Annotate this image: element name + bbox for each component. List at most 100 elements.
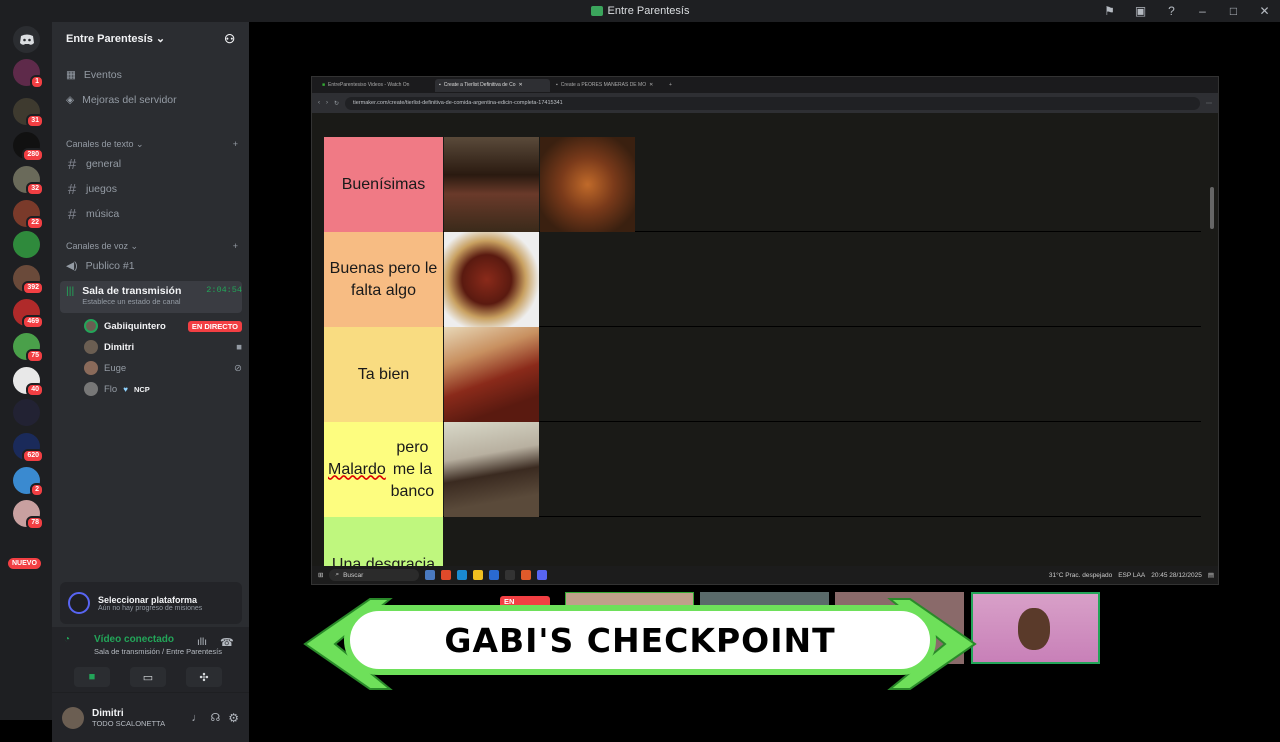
help-icon[interactable]: ? [1156, 4, 1187, 18]
settings-gear-icon[interactable]: ⚙ [228, 711, 239, 725]
camera-button[interactable]: ■ [74, 667, 110, 687]
platform-panel[interactable]: Seleccionar plataforma Aún no hay progre… [60, 582, 242, 624]
voice-location[interactable]: Sala de transmisión / Entre Parentesís [94, 647, 222, 656]
hash-icon: # [67, 180, 77, 198]
screen-share-icon[interactable]: ▣ [1125, 4, 1156, 18]
tier-label[interactable]: Ta bien [324, 327, 443, 422]
server-icon[interactable]: 1 [13, 59, 44, 89]
channel-status[interactable]: Establece un estado de canal [82, 297, 242, 306]
food-image-choripan[interactable] [444, 327, 539, 422]
taskbar-app-icon[interactable] [505, 570, 516, 580]
guild-header[interactable]: Entre Parentesís ⌄ ⚇ [52, 22, 249, 55]
voice-status[interactable]: Vídeo conectado [94, 634, 174, 645]
add-channel-icon[interactable]: + [233, 139, 238, 150]
reload-icon[interactable]: ↻ [334, 100, 339, 107]
inbox-icon[interactable]: ⚑ [1094, 4, 1125, 18]
close-tab-icon[interactable]: ✕ [649, 82, 653, 88]
server-icon[interactable]: 2 [13, 467, 44, 497]
browser-tab[interactable]: ■ EntreParentesiso Videos - Watch On [318, 79, 433, 92]
tier-label[interactable]: Malardo pero me la banco [324, 422, 443, 517]
noise-icon[interactable]: ıllı [197, 637, 207, 648]
tier-label[interactable]: Una desgracia [324, 517, 443, 566]
food-image-morcilla[interactable] [444, 422, 539, 517]
edge-icon[interactable] [457, 570, 468, 580]
server-icon[interactable]: 280 [13, 132, 44, 162]
microphone-icon[interactable]: ♩ [191, 712, 202, 724]
server-icon[interactable]: 31 [13, 98, 44, 128]
weather-text[interactable]: 31°C Prac. despejado [1049, 572, 1112, 579]
disconnect-icon[interactable]: ☎ [220, 636, 234, 649]
server-icon[interactable] [13, 399, 40, 426]
folder-icon[interactable] [473, 570, 484, 580]
server-icon[interactable]: 32 [13, 166, 44, 196]
voice-channel-publico[interactable]: ◀) Publico #1 [60, 255, 242, 277]
tab-title: EntreParentesiso Videos - Watch On [328, 82, 410, 88]
channel-general[interactable]: # general [60, 153, 242, 175]
taskbar-search[interactable]: ⌕ Buscar [329, 569, 420, 581]
server-icon[interactable]: 78 [13, 500, 44, 530]
text-category[interactable]: Canales de texto ⌄ + [66, 139, 238, 150]
food-image-asado[interactable] [444, 137, 539, 232]
server-icon[interactable]: 75 [13, 333, 44, 363]
tier-label[interactable]: Buenísimas [324, 137, 443, 232]
voice-user[interactable]: Dimitri ■ [84, 337, 242, 357]
discord-taskbar-icon[interactable] [537, 570, 548, 580]
minimize-button[interactable]: – [1187, 4, 1218, 18]
taskbar-app-icon[interactable] [489, 570, 500, 580]
back-icon[interactable]: ‹ [318, 100, 320, 106]
address-bar[interactable]: tiermaker.com/create/tierlist-definitiva… [345, 96, 1200, 110]
language-indicator[interactable]: ESP LAA [1118, 572, 1145, 579]
headphones-icon[interactable]: ☊ [210, 711, 220, 724]
activities-button[interactable]: ✣ [186, 667, 222, 687]
unread-badge: 78 [26, 516, 44, 530]
voice-channel-sala[interactable]: ||| Sala de transmisión 2:04:54 Establec… [60, 281, 242, 313]
voice-category[interactable]: Canales de voz ⌄ + [66, 241, 238, 252]
discord-home-icon[interactable] [13, 26, 40, 53]
taskbar-app-icon[interactable] [441, 570, 452, 580]
screen-share-button[interactable]: ▭ [130, 667, 166, 687]
channel-musica[interactable]: # música [60, 203, 242, 225]
server-icon[interactable]: 40 [13, 367, 44, 397]
brave-icon[interactable] [521, 570, 532, 580]
server-boost-link[interactable]: ◈ Mejoras del servidor [60, 89, 242, 111]
guild-name: Entre Parentesís [66, 33, 153, 45]
voice-user[interactable]: Gabiiquintero EN DIRECTO [84, 316, 242, 336]
user-name: Euge [104, 362, 127, 374]
server-icon[interactable] [13, 231, 40, 258]
new-tab-icon[interactable]: + [669, 82, 672, 88]
taskbar-app-icon[interactable] [425, 570, 436, 580]
page-scrollbar[interactable] [1210, 187, 1214, 229]
extensions-icon[interactable]: ⋯ [1206, 100, 1212, 107]
maximize-button[interactable]: □ [1218, 4, 1249, 18]
browser-tab[interactable]: ▪ Create a PEORES MANERAS DE MO ✕ [552, 79, 667, 92]
tier-label[interactable]: Buenas pero le falta algo [324, 232, 443, 327]
browser-tab[interactable]: ▪ Create a Tierlist Definitiva de Co ✕ [435, 78, 550, 92]
server-icon[interactable]: 22 [13, 200, 44, 230]
channel-juegos[interactable]: # juegos [60, 178, 242, 200]
close-tab-icon[interactable]: ✕ [518, 82, 522, 88]
add-channel-icon[interactable]: + [233, 241, 238, 252]
food-image-guiso[interactable] [444, 232, 539, 327]
user-name[interactable]: Dimitri [92, 708, 183, 719]
clock[interactable]: 20:45 28/12/2025 [1151, 572, 1202, 579]
shared-browser-window: ■ EntreParentesiso Videos - Watch On ▪ Cre… [311, 76, 1219, 585]
server-icon[interactable]: 620 [13, 433, 44, 463]
avatar[interactable] [62, 706, 84, 729]
calendar-icon: ▦ [66, 69, 76, 81]
channel-label: música [86, 208, 120, 220]
close-button[interactable]: ✕ [1249, 4, 1280, 18]
server-icon[interactable]: 392 [13, 265, 44, 295]
voice-user[interactable]: Flo ♥ NCP [84, 379, 242, 399]
food-image-lechon[interactable] [540, 137, 635, 232]
add-member-icon[interactable]: ⚇ [224, 32, 235, 46]
windows-start-icon[interactable]: ⊞ [318, 571, 323, 579]
voice-user[interactable]: Euge ⊘ [84, 358, 242, 378]
events-link[interactable]: ▦ Eventos [60, 64, 242, 86]
forward-icon[interactable]: › [326, 100, 328, 106]
unread-badge: 75 [26, 349, 44, 363]
notifications-icon[interactable]: ▤ [1208, 571, 1218, 579]
new-badge[interactable]: NUEVO [8, 558, 41, 569]
camera-tile-speaker[interactable] [971, 592, 1100, 664]
server-icon[interactable]: 469 [13, 299, 44, 329]
activities-icon: ✣ [199, 671, 209, 684]
